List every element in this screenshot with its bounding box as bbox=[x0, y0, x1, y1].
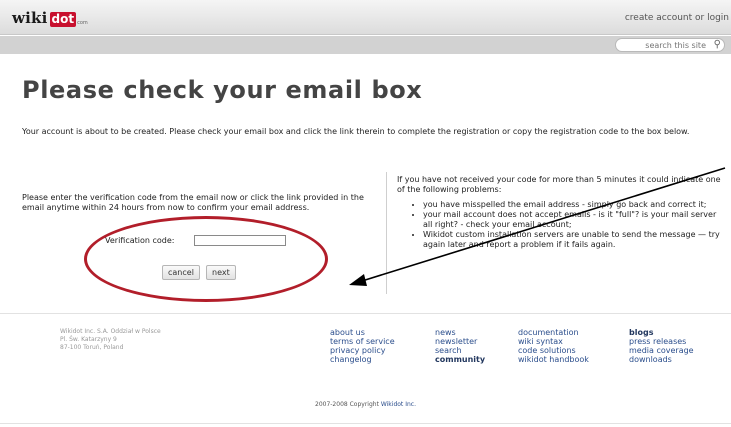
bottom-divider bbox=[0, 423, 731, 424]
problem-item: your mail account does not accept emails… bbox=[423, 210, 727, 230]
search-bar: ⚲ bbox=[0, 36, 731, 54]
problem-item: you have misspelled the email address - … bbox=[423, 200, 727, 210]
footer-address: Wikidot Inc. S.A. Oddział w Polsce Pl. Ś… bbox=[60, 328, 161, 352]
next-button[interactable]: next bbox=[206, 265, 236, 280]
address-line: Wikidot Inc. S.A. Oddział w Polsce bbox=[60, 328, 161, 335]
footer-link-press-releases[interactable]: press releases bbox=[629, 337, 694, 346]
cancel-button[interactable]: cancel bbox=[162, 265, 200, 280]
search-input[interactable] bbox=[628, 40, 706, 50]
highlight-oval-annotation bbox=[84, 216, 328, 302]
create-account-login-link[interactable]: create account or login bbox=[625, 13, 729, 23]
footer: Wikidot Inc. S.A. Oddział w Polsce Pl. Ś… bbox=[0, 318, 731, 408]
footer-link-wiki-syntax[interactable]: wiki syntax bbox=[518, 337, 589, 346]
footer-column-docs: documentation wiki syntax code solutions… bbox=[518, 328, 589, 364]
search-box: ⚲ bbox=[615, 38, 725, 52]
footer-link-newsletter[interactable]: newsletter bbox=[435, 337, 485, 346]
copyright-text: 2007-2008 Copyright bbox=[315, 401, 381, 408]
footer-link-news[interactable]: news bbox=[435, 328, 485, 337]
verification-code-input[interactable] bbox=[194, 235, 287, 246]
verification-code-label: Verification code: bbox=[105, 236, 175, 245]
footer-divider bbox=[0, 313, 731, 314]
address-line: 87-100 Toruń, Poland bbox=[60, 344, 124, 351]
instructions-text: Please enter the verification code from … bbox=[22, 193, 364, 212]
footer-link-about-us[interactable]: about us bbox=[330, 328, 395, 337]
footer-column-media: blogs press releases media coverage down… bbox=[629, 328, 694, 364]
problem-item: Wikidot custom installation servers are … bbox=[423, 230, 727, 250]
top-bar: wiki dot com create account or login bbox=[0, 0, 731, 35]
logo-com-text: com bbox=[77, 20, 88, 26]
footer-link-media-coverage[interactable]: media coverage bbox=[629, 346, 694, 355]
copyright: 2007-2008 Copyright Wikidot Inc. bbox=[0, 401, 731, 408]
problems-intro: If you have not received your code for m… bbox=[397, 175, 721, 194]
footer-link-changelog[interactable]: changelog bbox=[330, 355, 395, 364]
footer-link-search[interactable]: search bbox=[435, 346, 485, 355]
verification-code-row: Verification code: bbox=[105, 235, 287, 246]
footer-link-documentation[interactable]: documentation bbox=[518, 328, 589, 337]
footer-link-community[interactable]: community bbox=[435, 355, 485, 364]
footer-link-wikidot-handbook[interactable]: wikidot handbook bbox=[518, 355, 589, 364]
footer-column-company: about us terms of service privacy policy… bbox=[330, 328, 395, 364]
footer-link-downloads[interactable]: downloads bbox=[629, 355, 694, 364]
copyright-wikidot-link[interactable]: Wikidot Inc. bbox=[381, 401, 416, 408]
problems-panel: If you have not received your code for m… bbox=[397, 175, 727, 250]
footer-link-code-solutions[interactable]: code solutions bbox=[518, 346, 589, 355]
footer-column-news: news newsletter search community bbox=[435, 328, 485, 364]
logo-wiki-text: wiki bbox=[12, 9, 48, 27]
problems-list: you have misspelled the email address - … bbox=[397, 200, 727, 250]
intro-text: Your account is about to be created. Ple… bbox=[22, 127, 690, 136]
footer-link-terms-of-service[interactable]: terms of service bbox=[330, 337, 395, 346]
column-divider bbox=[386, 172, 387, 294]
search-icon[interactable]: ⚲ bbox=[714, 39, 721, 51]
verification-instructions: Please enter the verification code from … bbox=[22, 193, 368, 213]
footer-link-privacy-policy[interactable]: privacy policy bbox=[330, 346, 395, 355]
wikidot-logo[interactable]: wiki dot com bbox=[12, 9, 88, 27]
footer-link-blogs[interactable]: blogs bbox=[629, 328, 694, 337]
page-title: Please check your email box bbox=[22, 76, 423, 104]
address-line: Pl. Św. Katarzyny 9 bbox=[60, 336, 117, 343]
logo-dot-text: dot bbox=[49, 12, 77, 27]
